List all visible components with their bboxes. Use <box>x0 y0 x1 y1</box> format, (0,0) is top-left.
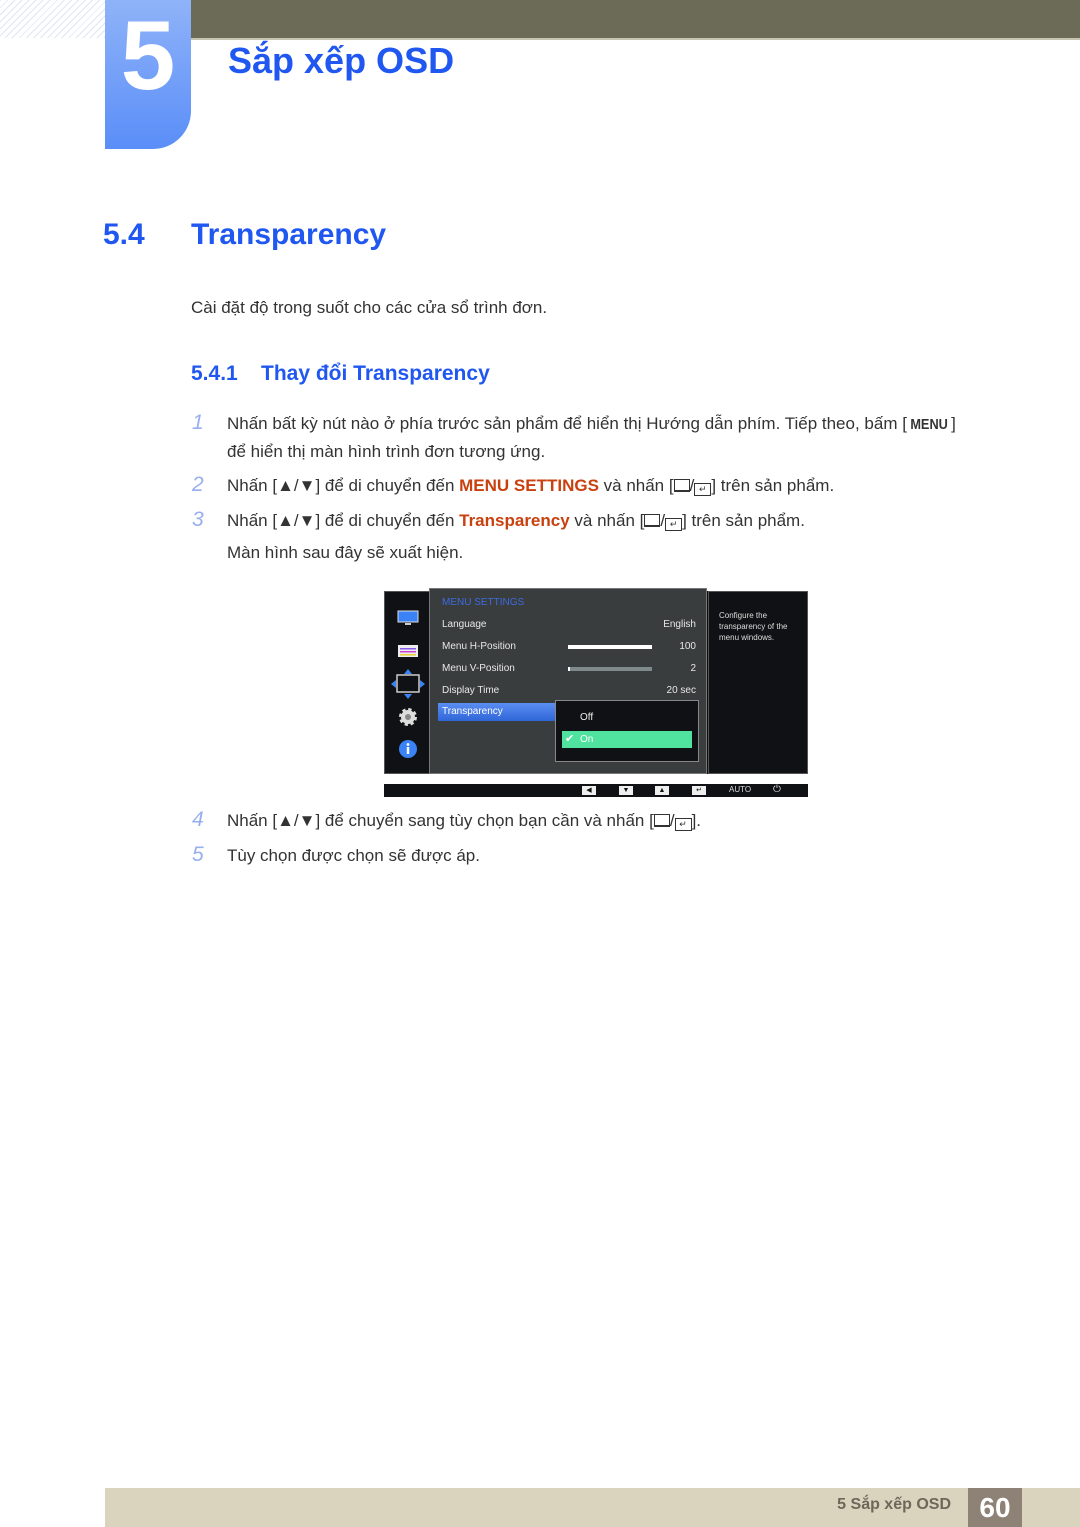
osd-sidebar <box>384 591 430 774</box>
setup-gear-icon <box>399 708 417 726</box>
option-on[interactable]: ✔ On <box>562 731 692 748</box>
osd-help-text: Configure the transparency of the menu w… <box>719 611 788 642</box>
enter-key-icon: ↵ <box>674 818 692 831</box>
step-text: Tùy chọn được chọn sẽ được áp. <box>227 846 480 865</box>
header-hatch <box>0 0 105 38</box>
transparency-term: Transparency <box>459 511 570 530</box>
step-number: 1 <box>192 411 204 434</box>
osd-row-transparency[interactable]: Transparency <box>438 703 558 721</box>
section-title: Transparency <box>191 218 387 251</box>
step-text: Nhấn bất kỳ nút nào ở phía trước sản phẩ… <box>227 414 956 433</box>
footer-chapter-title: 5 Sắp xếp OSD <box>837 1496 951 1513</box>
enter-key-icon: ↵ <box>694 483 712 496</box>
step-text: Nhấn [▲/▼] để chuyển sang tùy chọn bạn c… <box>227 811 702 831</box>
subsection-title: Thay đổi Transparency <box>261 362 490 385</box>
step-number: 4 <box>192 808 204 831</box>
picture-icon <box>397 610 419 625</box>
osd-screenshot: MENU SETTINGS Language English Menu H-Pos… <box>384 588 808 774</box>
osd-menu-panel: MENU SETTINGS Language English Menu H-Pos… <box>429 588 707 774</box>
chapter-badge: 5 <box>105 0 191 149</box>
transparency-options-popup: Off ✔ On <box>555 700 699 762</box>
information-icon <box>399 740 417 758</box>
step-number: 5 <box>192 843 204 866</box>
chapter-number: 5 <box>120 0 176 110</box>
step-number: 2 <box>192 473 204 496</box>
subsection-number: 5.4.1 <box>191 362 238 385</box>
return-key-icon <box>653 814 670 827</box>
enter-key-icon: ↵ <box>665 518 683 531</box>
osd-menu-title: MENU SETTINGS <box>442 597 525 608</box>
up-key-icon[interactable]: ▲ <box>655 786 669 795</box>
v-position-slider[interactable] <box>568 667 652 671</box>
step-number: 3 <box>192 508 204 531</box>
size-position-icon <box>391 669 425 699</box>
menu-settings-term: MENU SETTINGS <box>459 476 599 495</box>
page-footer: 5 Sắp xếp OSD <box>105 1488 1080 1527</box>
step-text-cont: để hiển thị màn hình trình đơn tương ứng… <box>227 442 546 461</box>
down-key-icon[interactable]: ▼ <box>619 786 633 795</box>
chapter-title: Sắp xếp OSD <box>228 40 455 81</box>
osd-row-language[interactable]: Language English <box>442 617 696 633</box>
color-icon <box>398 645 418 657</box>
step-text: Nhấn [▲/▼] để di chuyển đến Transparency… <box>227 511 805 531</box>
page-number: 60 <box>968 1488 1022 1527</box>
osd-row-h-position[interactable]: Menu H-Position 100 <box>442 639 696 655</box>
power-icon[interactable]: ⏻ <box>773 784 781 795</box>
return-key-icon <box>644 514 661 527</box>
left-key-icon[interactable]: ◀ <box>582 786 596 795</box>
osd-row-display-time[interactable]: Display Time 20 sec <box>442 683 696 699</box>
step-text-cont: Màn hình sau đây sẽ xuất hiện. <box>227 543 464 562</box>
enter-key-icon[interactable]: ↵ <box>692 786 706 795</box>
return-key-icon <box>673 479 690 492</box>
section-intro: Cài đặt độ trong suốt cho các cửa sổ trì… <box>191 298 548 317</box>
option-off[interactable]: Off <box>562 709 692 726</box>
h-position-slider[interactable] <box>568 645 652 649</box>
auto-key[interactable]: AUTO <box>729 785 751 794</box>
osd-key-guide: ◀ ▼ ▲ ↵ AUTO ⏻ <box>384 784 808 797</box>
osd-row-v-position[interactable]: Menu V-Position 2 <box>442 661 696 677</box>
header-bar <box>190 0 1080 40</box>
section-number: 5.4 <box>103 218 145 251</box>
menu-key: MENU <box>910 416 948 433</box>
checkmark-icon: ✔ <box>565 733 575 745</box>
step-text: Nhấn [▲/▼] để di chuyển đến MENU SETTING… <box>227 476 835 496</box>
osd-help-panel: Configure the transparency of the menu w… <box>708 591 808 774</box>
